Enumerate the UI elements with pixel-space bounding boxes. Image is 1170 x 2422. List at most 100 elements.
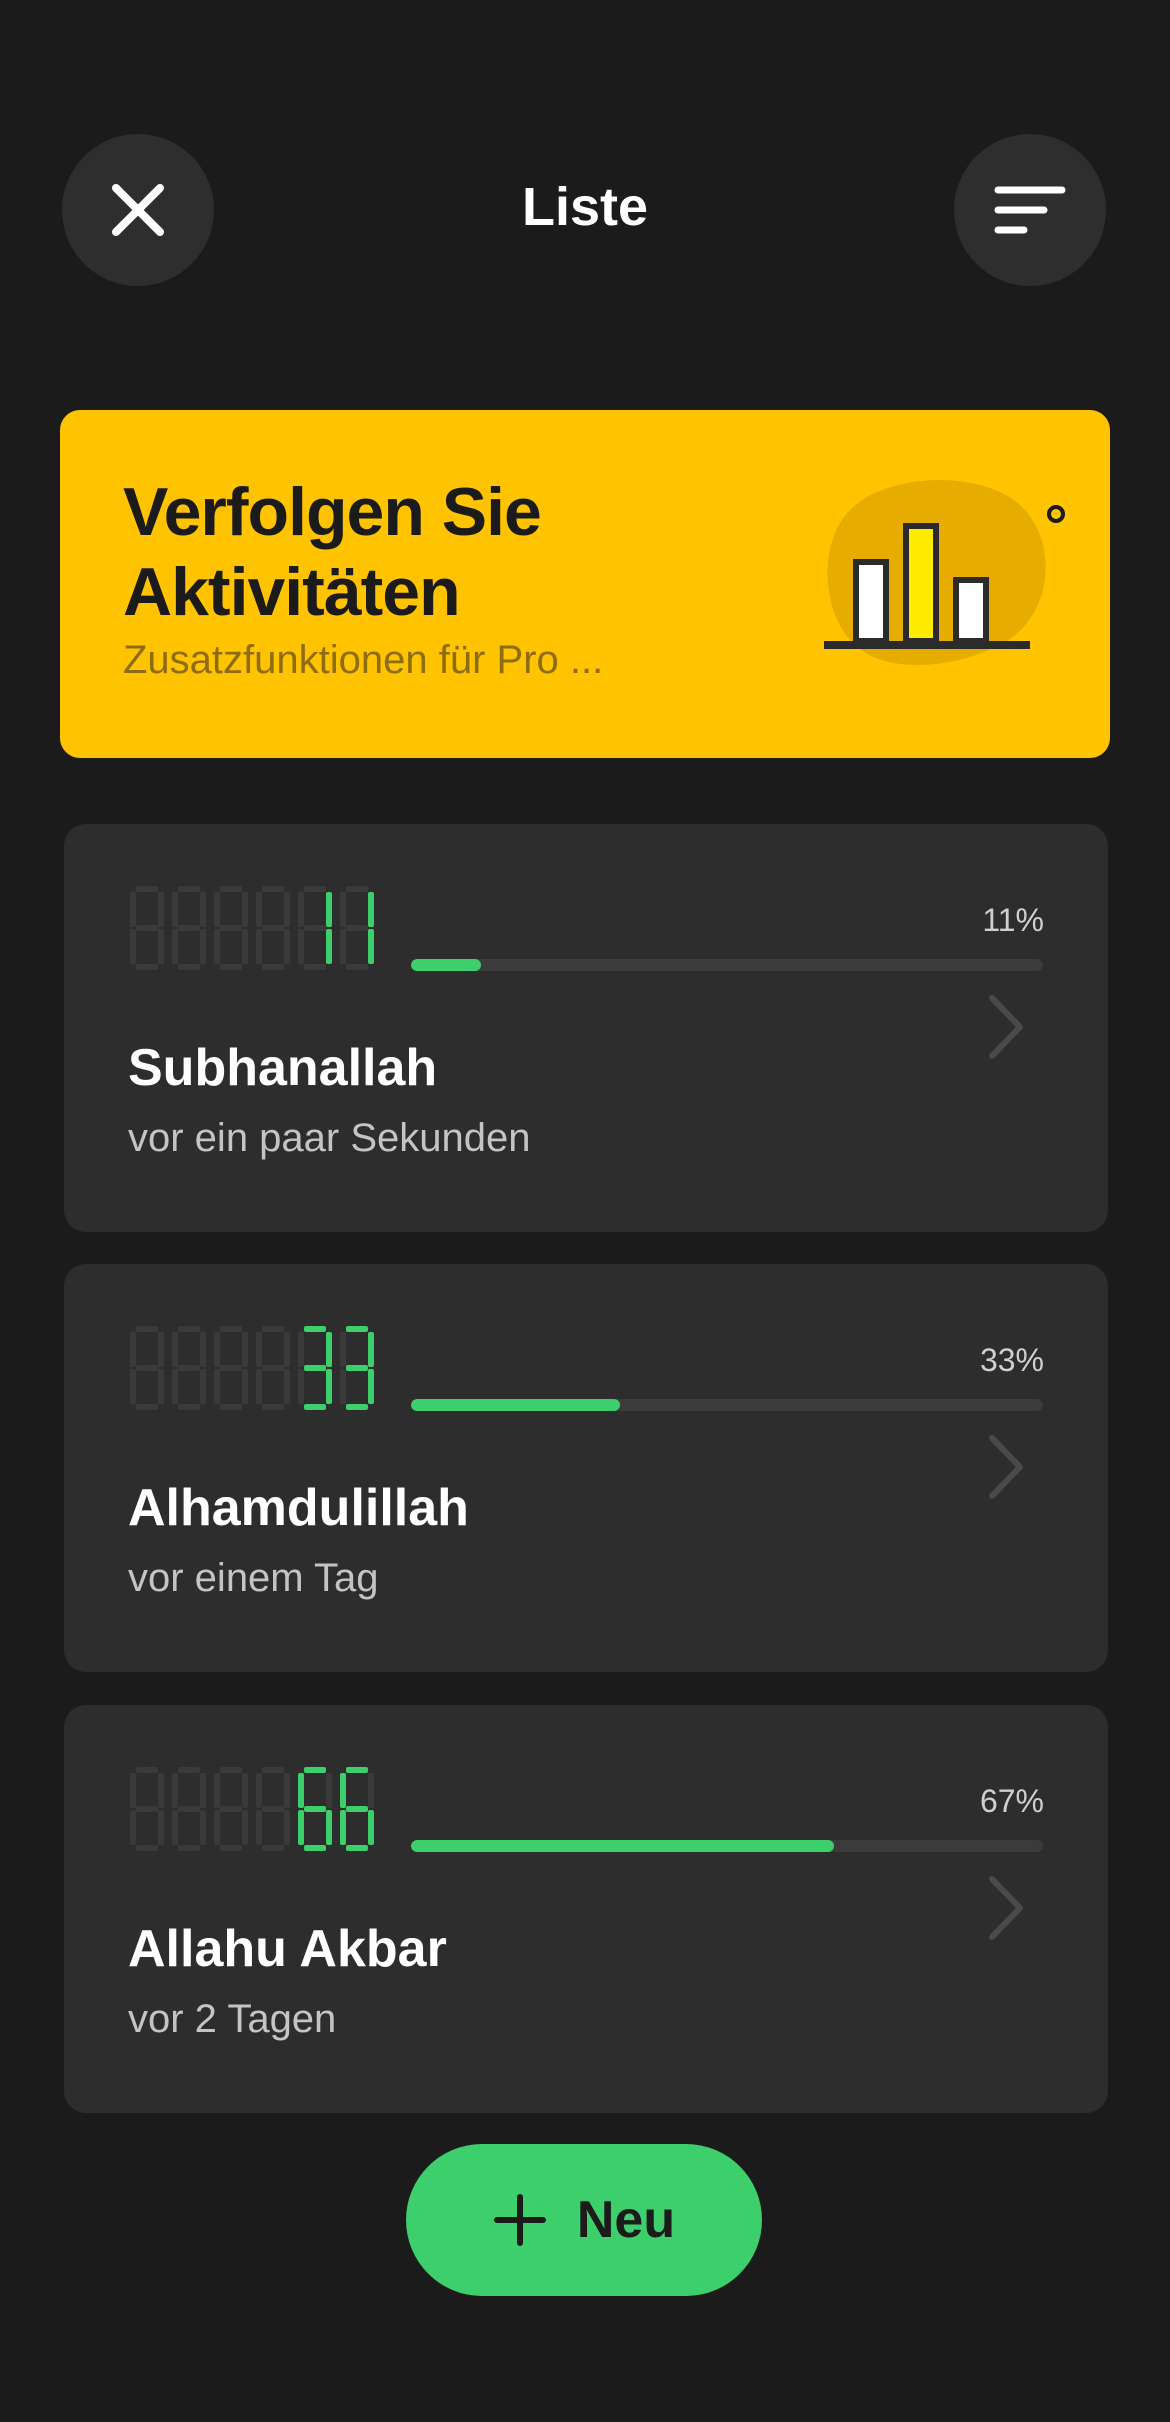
digit-segment <box>346 1404 368 1410</box>
promo-title-line-1: Verfolgen Sie <box>123 474 542 550</box>
digit-segment <box>284 1369 290 1404</box>
digit-segment <box>214 1369 220 1404</box>
chevron-right-icon <box>989 995 1023 1059</box>
sort-icon <box>994 186 1066 234</box>
digit-segment <box>256 1332 262 1367</box>
digit-segment <box>242 1369 248 1404</box>
new-button-label: Neu <box>576 2191 676 2249</box>
digit-segment <box>304 964 326 970</box>
progress-fill <box>411 959 481 971</box>
counter-digit-display <box>130 1326 374 1410</box>
digit-segment <box>304 886 326 892</box>
digit-segment <box>340 1810 346 1845</box>
counter-digit-display <box>130 886 374 970</box>
digit-segment <box>326 929 332 964</box>
sort-button[interactable] <box>954 134 1106 286</box>
digit-segment <box>368 1773 374 1808</box>
digit-segment <box>368 929 374 964</box>
digit-segment <box>262 886 284 892</box>
digit-segment <box>346 1326 368 1332</box>
last-updated: vor einem Tag <box>128 1556 379 1600</box>
digit-segment <box>340 929 346 964</box>
digit-segment <box>178 1404 200 1410</box>
digit-segment <box>262 964 284 970</box>
digit-segment <box>220 964 242 970</box>
counter-card[interactable]: 67% Allahu Akbar vor 2 Tagen <box>64 1705 1108 2113</box>
digit-segment <box>298 1773 304 1808</box>
digit-segment <box>178 1845 200 1851</box>
counter-card[interactable]: 11% Subhanallah vor ein paar Sekunden <box>64 824 1108 1232</box>
digit-segment <box>178 886 200 892</box>
digit-segment <box>242 1773 248 1808</box>
digit-segment <box>304 925 326 931</box>
digit-segment <box>242 1810 248 1845</box>
digit-segment <box>130 1369 136 1404</box>
digit-segment <box>256 1810 262 1845</box>
digit-segment <box>304 1404 326 1410</box>
progress-fill <box>411 1840 835 1852</box>
digit-segment <box>172 1332 178 1367</box>
digit-segment <box>200 929 206 964</box>
digit-segment <box>368 1810 374 1845</box>
digit-segment <box>136 1365 158 1371</box>
digit-segment <box>178 1767 200 1773</box>
digit-segment <box>178 964 200 970</box>
pro-promo-banner[interactable]: Verfolgen Sie Aktivitäten Zusatzfunktion… <box>60 410 1110 758</box>
progress-percent: 11% <box>982 902 1044 938</box>
digit-segment <box>158 1810 164 1845</box>
digit-segment <box>130 929 136 964</box>
digit-segment <box>262 1845 284 1851</box>
digit-segment <box>158 1332 164 1367</box>
digit-segment <box>340 892 346 927</box>
digit-segment <box>262 925 284 931</box>
new-counter-button[interactable]: Neu <box>406 2144 762 2296</box>
digit-segment <box>256 1773 262 1808</box>
digit-segment <box>262 1404 284 1410</box>
digit-segment <box>200 1332 206 1367</box>
digit-segment <box>256 929 262 964</box>
digit-segment <box>304 1845 326 1851</box>
digit-segment <box>220 1767 242 1773</box>
digit-segment <box>262 1806 284 1812</box>
digit-segment <box>130 1773 136 1808</box>
digit-segment <box>298 1810 304 1845</box>
digit-segment <box>304 1806 326 1812</box>
digit-segment <box>130 1810 136 1845</box>
digit-segment <box>340 1773 346 1808</box>
digit-segment <box>200 1773 206 1808</box>
bar-chart-illustration-icon <box>824 480 1065 665</box>
digit-segment <box>136 1845 158 1851</box>
digit-segment <box>346 1845 368 1851</box>
digit-segment <box>130 1332 136 1367</box>
digit-segment <box>346 925 368 931</box>
progress-percent: 33% <box>979 1342 1044 1378</box>
digit-segment <box>214 1773 220 1808</box>
digit-segment <box>298 1369 304 1404</box>
digit-segment <box>220 886 242 892</box>
digit-segment <box>172 1773 178 1808</box>
progress-bar <box>411 1840 1043 1852</box>
last-updated: vor ein paar Sekunden <box>128 1116 531 1160</box>
digit-segment <box>172 929 178 964</box>
progress-bar <box>411 1399 1043 1411</box>
digit-segment <box>368 1332 374 1367</box>
digit-segment <box>220 1365 242 1371</box>
counter-name: Allahu Akbar <box>128 1920 447 1978</box>
digit-segment <box>214 1332 220 1367</box>
digit-segment <box>172 1810 178 1845</box>
digit-segment <box>346 1806 368 1812</box>
digit-segment <box>200 892 206 927</box>
digit-segment <box>214 892 220 927</box>
counter-card[interactable]: 33% Alhamdulillah vor einem Tag <box>64 1264 1108 1672</box>
digit-segment <box>262 1365 284 1371</box>
digit-segment <box>340 1369 346 1404</box>
digit-segment <box>220 1845 242 1851</box>
digit-segment <box>136 1806 158 1812</box>
digit-segment <box>220 1326 242 1332</box>
digit-segment <box>178 925 200 931</box>
digit-segment <box>178 1365 200 1371</box>
digit-segment <box>284 892 290 927</box>
digit-segment <box>220 1404 242 1410</box>
digit-segment <box>158 929 164 964</box>
digit-segment <box>340 1332 346 1367</box>
